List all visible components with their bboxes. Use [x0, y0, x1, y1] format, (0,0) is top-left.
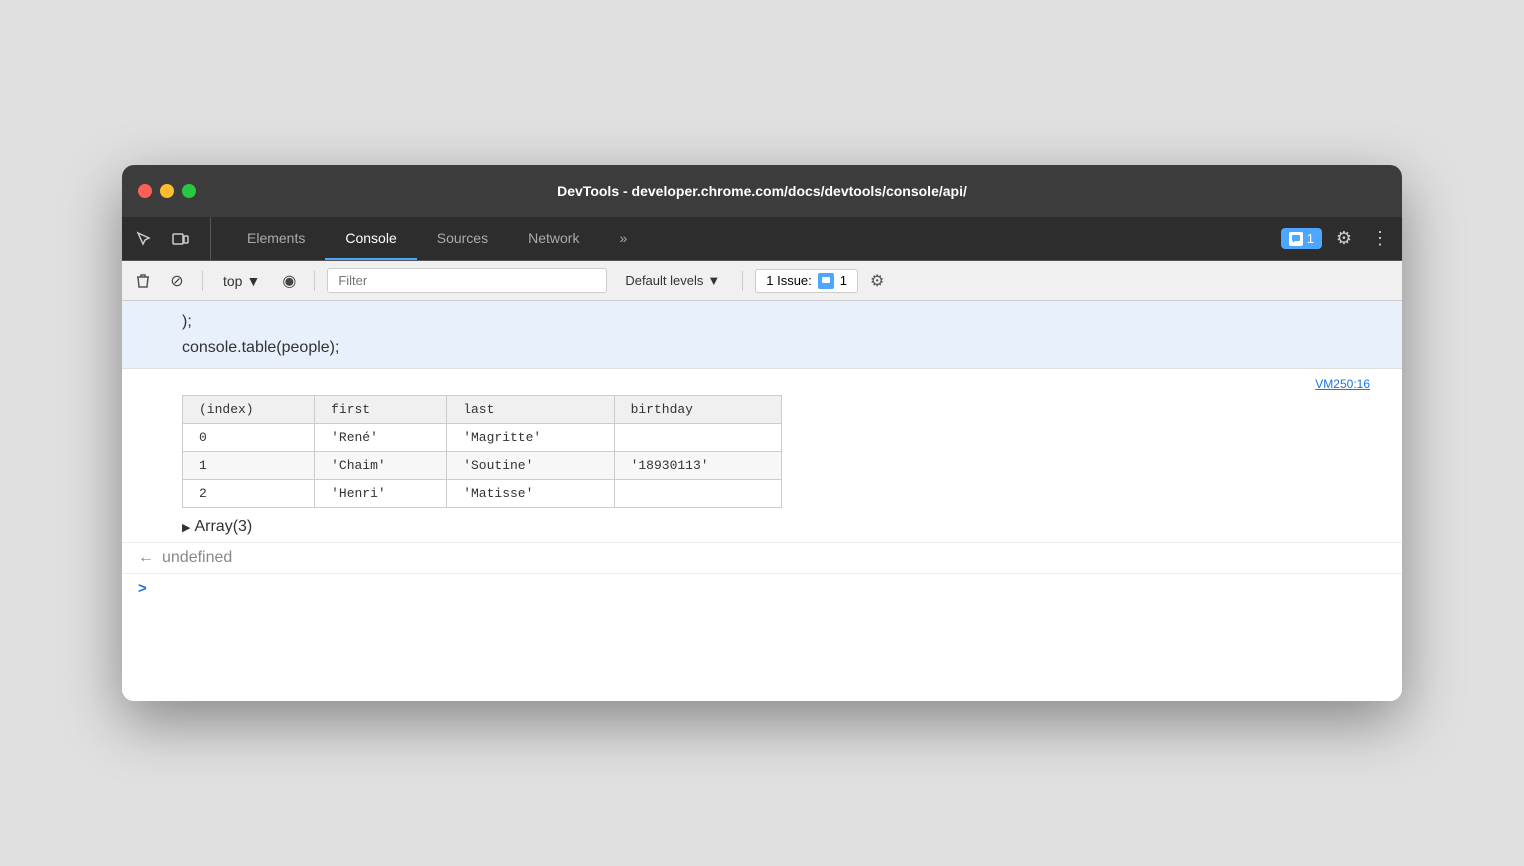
context-selector[interactable]: top ▼ [215, 270, 268, 292]
console-messages-badge[interactable]: 1 [1281, 228, 1322, 249]
filter-input[interactable] [327, 268, 607, 293]
default-levels-button[interactable]: Default levels ▼ [615, 269, 730, 292]
devtools-window: DevTools - developer.chrome.com/docs/dev… [122, 165, 1402, 701]
title-bar: DevTools - developer.chrome.com/docs/dev… [122, 165, 1402, 217]
console-settings-icon[interactable]: ⚙ [866, 267, 888, 295]
toolbar-divider-2 [314, 271, 315, 291]
window-title: DevTools - developer.chrome.com/docs/dev… [557, 183, 967, 199]
col-header-birthday: birthday [614, 396, 781, 424]
code-block: ); console.table(people); [122, 301, 1402, 369]
console-table: (index) first last birthday 0'René''Magr… [182, 395, 782, 508]
dropdown-arrow-icon: ▼ [246, 273, 260, 289]
table-wrapper: (index) first last birthday 0'René''Magr… [122, 391, 1402, 512]
clear-console-icon[interactable] [130, 268, 156, 294]
console-output: ); console.table(people); VM250:16 (inde… [122, 301, 1402, 701]
device-toolbar-icon[interactable] [166, 225, 194, 253]
table-row: 2'Henri''Matisse' [183, 480, 782, 508]
toolbar-divider-3 [742, 271, 743, 291]
issues-badge[interactable]: 1 Issue: 1 [755, 269, 858, 293]
issue-icon [818, 273, 834, 289]
code-line-1: ); [182, 309, 1386, 335]
traffic-lights [138, 184, 196, 198]
undefined-output: ← undefined [122, 543, 1402, 574]
tab-console[interactable]: Console [325, 216, 416, 260]
toolbar-divider [202, 271, 203, 291]
table-row: 0'René''Magritte' [183, 424, 782, 452]
code-line-2: console.table(people); [182, 335, 1386, 361]
vm-source-link[interactable]: VM250:16 [1315, 377, 1370, 391]
array-label: Array(3) [194, 518, 252, 536]
tab-sources[interactable]: Sources [417, 216, 508, 260]
table-header-row: (index) first last birthday [183, 396, 782, 424]
minimize-button[interactable] [160, 184, 174, 198]
tab-right-icons: 1 ⚙ ⋮ [1281, 225, 1394, 253]
tab-elements[interactable]: Elements [227, 216, 325, 260]
array-expand-row[interactable]: ▶ Array(3) [122, 512, 1402, 543]
message-icon [1289, 232, 1303, 246]
return-arrow-icon: ← [138, 549, 154, 567]
col-header-last: last [447, 396, 614, 424]
levels-arrow-icon: ▼ [707, 273, 720, 288]
undefined-text: undefined [162, 549, 232, 567]
eye-icon[interactable]: ◉ [276, 268, 302, 294]
tab-more[interactable]: » [599, 216, 647, 260]
main-tabs: Elements Console Sources Network » [227, 217, 1281, 260]
inspect-element-icon[interactable] [130, 225, 158, 253]
vm-link-container: VM250:16 [122, 369, 1402, 377]
array-expand-icon: ▶ [182, 521, 190, 534]
table-row: 1'Chaim''Soutine''18930113' [183, 452, 782, 480]
settings-icon[interactable]: ⚙ [1330, 225, 1358, 253]
more-options-icon[interactable]: ⋮ [1366, 225, 1394, 253]
console-prompt[interactable]: > [122, 574, 1402, 603]
close-button[interactable] [138, 184, 152, 198]
tab-network[interactable]: Network [508, 216, 599, 260]
tab-bar: Elements Console Sources Network » [122, 217, 1402, 261]
col-header-index: (index) [183, 396, 315, 424]
devtools-icons [130, 217, 211, 260]
console-toolbar: ⊘ top ▼ ◉ Default levels ▼ 1 Issue: 1 ⚙ [122, 261, 1402, 301]
col-header-first: first [315, 396, 447, 424]
block-icon[interactable]: ⊘ [164, 268, 190, 294]
maximize-button[interactable] [182, 184, 196, 198]
